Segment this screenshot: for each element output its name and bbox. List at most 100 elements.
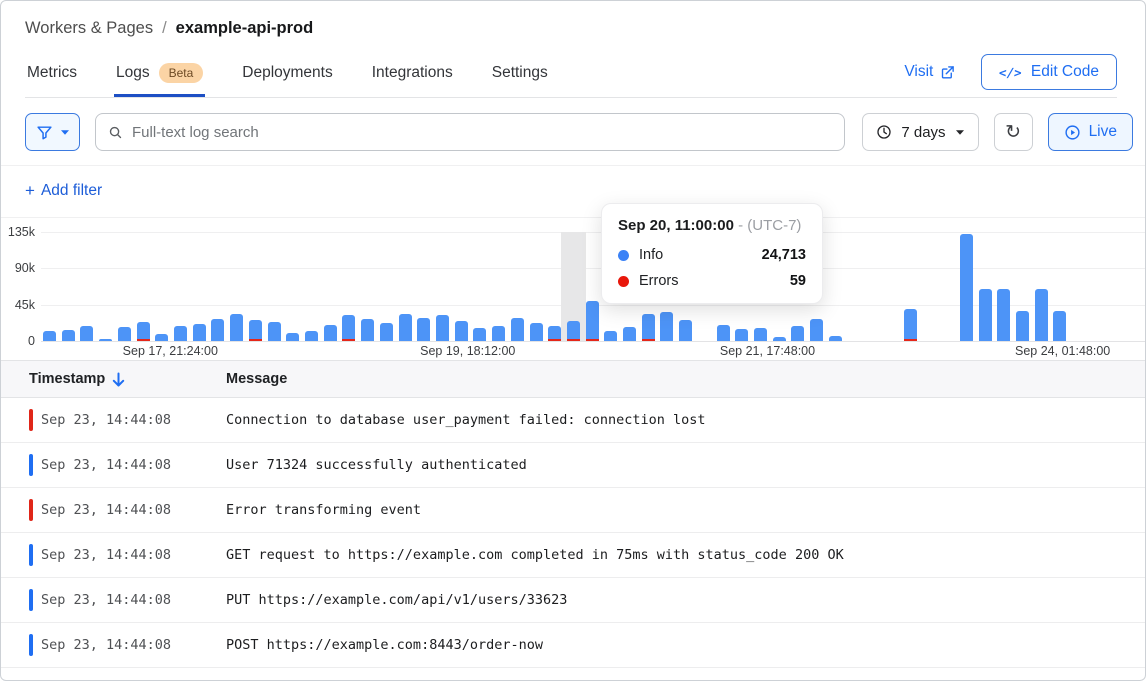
- chart-bar[interactable]: [660, 312, 673, 341]
- chart-bar[interactable]: [417, 318, 430, 341]
- chart-bar[interactable]: [1035, 289, 1048, 341]
- tab-metrics[interactable]: Metrics: [25, 51, 79, 97]
- chart-bar[interactable]: [118, 327, 131, 341]
- message-column-header: Message: [226, 371, 287, 387]
- chart-bar[interactable]: [43, 331, 56, 341]
- chart-bar[interactable]: [80, 326, 93, 341]
- external-link-icon: [940, 65, 955, 80]
- log-row[interactable]: Sep 23, 14:44:08POST https://example.com…: [1, 623, 1145, 668]
- chart-bar[interactable]: [586, 301, 599, 341]
- code-icon: </>: [999, 65, 1023, 80]
- add-filter-button[interactable]: + Add filter: [25, 181, 102, 201]
- chart-bar[interactable]: [305, 331, 318, 341]
- x-axis-tick-label: Sep 19, 18:12:00: [420, 344, 515, 358]
- log-timestamp: Sep 23, 14:44:08: [41, 637, 226, 653]
- chart-bar[interactable]: [230, 314, 243, 341]
- log-row[interactable]: Sep 23, 14:44:08Connection to database u…: [1, 398, 1145, 443]
- chart-bar[interactable]: [62, 330, 75, 341]
- tab-logs[interactable]: LogsBeta: [114, 51, 205, 97]
- chart-bar[interactable]: [754, 328, 767, 341]
- tabs: Metrics LogsBeta Deployments Integrations Se…: [25, 51, 585, 97]
- chart-bar[interactable]: [193, 324, 206, 341]
- chart-bar[interactable]: [735, 329, 748, 341]
- edit-code-label: Edit Code: [1031, 63, 1099, 81]
- chart-bar[interactable]: [623, 327, 636, 341]
- chart-bar[interactable]: [1016, 311, 1029, 341]
- chart-bar[interactable]: [717, 325, 730, 341]
- search-icon: [108, 125, 123, 140]
- chart-bar[interactable]: [211, 319, 224, 341]
- timestamp-column-header[interactable]: Timestamp: [29, 371, 226, 387]
- chart-bar[interactable]: [548, 326, 561, 341]
- series-label: Info: [639, 247, 663, 263]
- chart-bar[interactable]: [791, 326, 804, 341]
- tooltip-title: Sep 20, 11:00:00 - (UTC-7): [618, 217, 806, 234]
- chart-bar[interactable]: [249, 320, 262, 341]
- chart-bar[interactable]: [268, 322, 281, 341]
- y-axis-tick-label: 90k: [1, 261, 35, 275]
- tabs-row: Metrics LogsBeta Deployments Integrations Se…: [25, 51, 1117, 98]
- log-volume-chart: 135k90k45k0Sep 17, 21:24:00Sep 19, 18:12…: [1, 218, 1145, 360]
- chart-bar[interactable]: [679, 320, 692, 341]
- chart-bar[interactable]: [342, 315, 355, 341]
- chart-bar[interactable]: [286, 333, 299, 341]
- log-timestamp: Sep 23, 14:44:08: [41, 412, 226, 428]
- chart-bar[interactable]: [773, 337, 786, 341]
- gridline: [41, 341, 1145, 342]
- search-input[interactable]: [132, 124, 832, 141]
- tab-integrations[interactable]: Integrations: [370, 51, 455, 97]
- chart-bar[interactable]: [960, 234, 973, 341]
- chart-bar[interactable]: [567, 321, 580, 341]
- chart-bar[interactable]: [137, 322, 150, 341]
- chart-bar[interactable]: [604, 331, 617, 341]
- chart-bar[interactable]: [642, 314, 655, 341]
- visit-label: Visit: [904, 63, 933, 81]
- play-circle-icon: [1064, 124, 1081, 141]
- chart-bar[interactable]: [511, 318, 524, 341]
- tab-deployments[interactable]: Deployments: [240, 51, 334, 97]
- tooltip-timezone: - (UTC-7): [738, 217, 801, 234]
- chart-bar[interactable]: [399, 314, 412, 341]
- log-table: Timestamp Message Sep 23, 14:44:08Connec…: [1, 360, 1145, 668]
- breadcrumb-section[interactable]: Workers & Pages: [25, 19, 153, 38]
- chart-bar[interactable]: [1053, 311, 1066, 341]
- chart-bar[interactable]: [324, 325, 337, 341]
- breadcrumb: Workers & Pages / example-api-prod: [25, 19, 1117, 38]
- filter-menu-button[interactable]: [25, 113, 80, 151]
- chart-bar[interactable]: [174, 326, 187, 341]
- chart-bar[interactable]: [455, 321, 468, 341]
- page-header: Workers & Pages / example-api-prod Metri…: [1, 1, 1145, 98]
- chart-bar[interactable]: [380, 323, 393, 341]
- log-message: POST https://example.com:8443/order-now: [226, 637, 543, 653]
- chart-bar[interactable]: [155, 334, 168, 341]
- log-message: Error transforming event: [226, 502, 421, 518]
- add-filter-label: Add filter: [41, 182, 102, 200]
- chart-bar[interactable]: [473, 328, 486, 341]
- chart-bar[interactable]: [904, 309, 917, 341]
- chart-bar-error-segment: [904, 339, 917, 341]
- log-row[interactable]: Sep 23, 14:44:08User 71324 successfully …: [1, 443, 1145, 488]
- severity-indicator: [29, 544, 33, 566]
- chart-bar[interactable]: [99, 339, 112, 341]
- edit-code-button[interactable]: </> Edit Code: [981, 54, 1117, 90]
- chart-bar[interactable]: [810, 319, 823, 341]
- visit-link[interactable]: Visit: [904, 63, 955, 81]
- chart-bar[interactable]: [492, 326, 505, 341]
- live-button[interactable]: Live: [1048, 113, 1133, 151]
- refresh-button[interactable]: ↻: [994, 113, 1033, 151]
- time-range-button[interactable]: 7 days: [862, 113, 978, 151]
- chart-bar[interactable]: [997, 289, 1010, 341]
- chart-bar[interactable]: [361, 319, 374, 341]
- sort-descending-icon: [112, 372, 125, 387]
- chart-bar[interactable]: [530, 323, 543, 341]
- chart-bar[interactable]: [979, 289, 992, 341]
- chart-bar[interactable]: [829, 336, 842, 341]
- log-row[interactable]: Sep 23, 14:44:08GET request to https://e…: [1, 533, 1145, 578]
- search-box: [95, 113, 845, 151]
- log-row[interactable]: Sep 23, 14:44:08Error transforming event: [1, 488, 1145, 533]
- tab-settings[interactable]: Settings: [490, 51, 550, 97]
- severity-indicator: [29, 634, 33, 656]
- chart-bar[interactable]: [436, 315, 449, 341]
- log-row[interactable]: Sep 23, 14:44:08PUT https://example.com/…: [1, 578, 1145, 623]
- timestamp-header-label: Timestamp: [29, 371, 105, 387]
